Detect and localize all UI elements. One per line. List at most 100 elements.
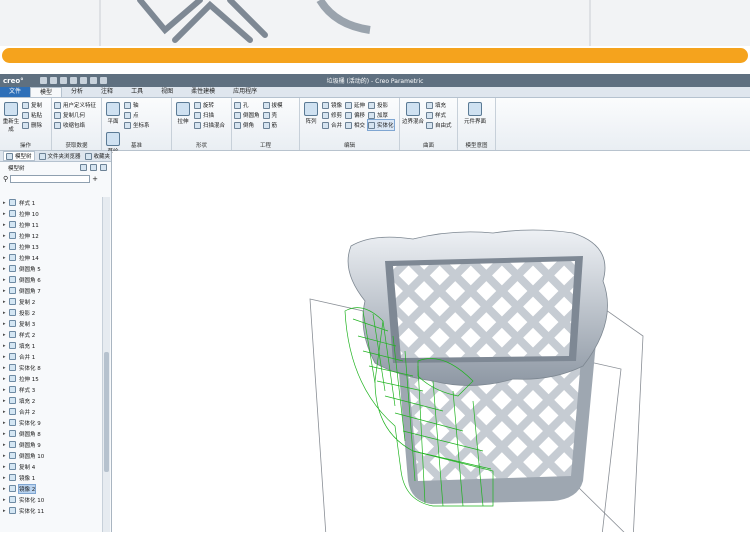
- swept-blend-icon: [194, 121, 201, 129]
- tree-item[interactable]: ▸ 填充 2: [0, 395, 101, 406]
- boundary-blend-button[interactable]: 边界混合: [402, 100, 424, 125]
- tree-item[interactable]: ▸ 样式 2: [0, 329, 101, 340]
- tab-tools[interactable]: 工具: [122, 87, 152, 97]
- tree-item[interactable]: ▸ 样式 1: [0, 197, 101, 208]
- tree-item[interactable]: ▸ 拉伸 14: [0, 252, 101, 263]
- copy-button[interactable]: 复制: [22, 100, 42, 110]
- tree-item[interactable]: ▸ 倒圆角 9: [0, 439, 101, 450]
- copy-geometry-button[interactable]: 复制几何: [54, 110, 96, 120]
- extend-button[interactable]: 延伸: [345, 100, 365, 110]
- rib-button[interactable]: 筋: [262, 120, 283, 130]
- tree-item-label: 拉伸 13: [19, 244, 39, 251]
- udf-button[interactable]: 用户定义特征: [54, 100, 96, 110]
- filter-icon[interactable]: ⚲: [3, 175, 8, 183]
- delete-button[interactable]: 删除: [22, 120, 42, 130]
- tree-item[interactable]: ▸ 投影 2: [0, 307, 101, 318]
- axis-button[interactable]: 轴: [124, 100, 150, 110]
- thicken-button[interactable]: 加厚: [368, 110, 394, 120]
- shrinkwrap-button[interactable]: 收缩包络: [54, 120, 96, 130]
- tree-item[interactable]: ▸ 镜像 1: [0, 472, 101, 483]
- merge-button[interactable]: 合并: [322, 120, 342, 130]
- open-icon[interactable]: [50, 77, 57, 84]
- tree-item[interactable]: ▸ 拉伸 12: [0, 230, 101, 241]
- tree-item[interactable]: ▸ 复制 3: [0, 318, 101, 329]
- scroll-thumb[interactable]: [104, 352, 109, 472]
- solidify-button[interactable]: 实体化: [367, 119, 395, 131]
- tab-model[interactable]: 模型: [30, 87, 63, 97]
- save-icon[interactable]: [60, 77, 67, 84]
- fill-icon: [426, 101, 433, 109]
- window-title: 垃圾桶 (活动的) - Creo Parametric: [326, 78, 424, 85]
- style-button[interactable]: 样式: [426, 110, 452, 120]
- tree-item[interactable]: ▸ 倒圆角 10: [0, 450, 101, 461]
- tree-item[interactable]: ▸ 复制 2: [0, 296, 101, 307]
- columns-icon[interactable]: [100, 164, 107, 171]
- tree-item[interactable]: ▸ 拉伸 13: [0, 241, 101, 252]
- round-button[interactable]: 倒圆角: [234, 110, 260, 120]
- regenerate-button[interactable]: 重新生成: [2, 100, 20, 133]
- add-icon[interactable]: +: [92, 175, 98, 183]
- tab-folder-browser[interactable]: 文件夹浏览器: [38, 152, 81, 160]
- project-button[interactable]: 投影: [368, 100, 394, 110]
- tab-view[interactable]: 视图: [152, 87, 182, 97]
- tree-item[interactable]: ▸ 倒圆角 7: [0, 285, 101, 296]
- paste-button[interactable]: 粘贴: [22, 110, 42, 120]
- point-button[interactable]: 点: [124, 110, 150, 120]
- extrude-button[interactable]: 拉伸: [174, 100, 192, 125]
- redo-icon[interactable]: [80, 77, 87, 84]
- tree-item[interactable]: ▸ 样式 3: [0, 384, 101, 395]
- csys-button[interactable]: 坐标系: [124, 120, 150, 130]
- udf-icon: [54, 101, 61, 109]
- trim-button[interactable]: 修剪: [322, 110, 342, 120]
- tree-item[interactable]: ▸ 镜像 2: [0, 483, 101, 494]
- new-icon[interactable]: [40, 77, 47, 84]
- tree-item[interactable]: ▸ 合并 1: [0, 351, 101, 362]
- revolve-button[interactable]: 旋转: [194, 100, 225, 110]
- tab-flexible-modeling[interactable]: 柔性建模: [182, 87, 224, 97]
- tree-item[interactable]: ▸ 实体化 8: [0, 362, 101, 373]
- intersect-button[interactable]: 相交: [345, 120, 365, 130]
- tree-item[interactable]: ▸ 填充 1: [0, 340, 101, 351]
- tree-search-input[interactable]: [10, 174, 91, 183]
- tree-item[interactable]: ▸ 拉伸 10: [0, 208, 101, 219]
- extend-icon: [345, 101, 353, 109]
- draft-button[interactable]: 拔模: [262, 100, 283, 110]
- show-icon[interactable]: [90, 164, 97, 171]
- pattern-button[interactable]: 阵列: [302, 100, 320, 125]
- tree-item[interactable]: ▸ 拉伸 15: [0, 373, 101, 384]
- chamfer-button[interactable]: 倒角: [234, 120, 260, 130]
- tab-analysis[interactable]: 分析: [62, 87, 92, 97]
- hole-button[interactable]: 孔: [234, 100, 260, 110]
- graphics-window[interactable]: [113, 151, 750, 534]
- tree-item[interactable]: ▸ 拉伸 11: [0, 219, 101, 230]
- csys-icon: [124, 121, 131, 129]
- settings-icon[interactable]: [80, 164, 87, 171]
- tab-favorites[interactable]: 收藏夹: [84, 152, 110, 160]
- tab-applications[interactable]: 应用程序: [224, 87, 266, 97]
- window-icon[interactable]: [100, 77, 107, 84]
- tree-item[interactable]: ▸ 实体化 11: [0, 505, 101, 516]
- tree-scrollbar[interactable]: [102, 197, 110, 532]
- tree-item[interactable]: ▸ 实体化 10: [0, 494, 101, 505]
- tree-item-label: 实体化 11: [19, 508, 45, 515]
- tree-item[interactable]: ▸ 实体化 9: [0, 417, 101, 428]
- mirror-button[interactable]: 镜像: [322, 100, 342, 110]
- regenerate-icon[interactable]: [90, 77, 97, 84]
- tree-item[interactable]: ▸ 合并 2: [0, 406, 101, 417]
- tab-file[interactable]: 文件: [0, 87, 31, 97]
- tree-item[interactable]: ▸ 复制 4: [0, 461, 101, 472]
- component-interface-button[interactable]: 元件界面: [460, 100, 490, 125]
- swept-blend-button[interactable]: 扫描混合: [194, 120, 225, 130]
- plane-button[interactable]: 平面: [104, 100, 122, 125]
- tab-annotate[interactable]: 注释: [92, 87, 122, 97]
- shell-button[interactable]: 壳: [262, 110, 283, 120]
- undo-icon[interactable]: [70, 77, 77, 84]
- offset-button[interactable]: 偏移: [345, 110, 365, 120]
- tab-model-tree[interactable]: 模型树: [3, 151, 35, 161]
- tree-item[interactable]: ▸ 倒圆角 8: [0, 428, 101, 439]
- freestyle-button[interactable]: 自由式: [426, 120, 452, 130]
- sweep-button[interactable]: 扫描: [194, 110, 225, 120]
- tree-item[interactable]: ▸ 倒圆角 5: [0, 263, 101, 274]
- fill-button[interactable]: 填充: [426, 100, 452, 110]
- tree-item[interactable]: ▸ 倒圆角 6: [0, 274, 101, 285]
